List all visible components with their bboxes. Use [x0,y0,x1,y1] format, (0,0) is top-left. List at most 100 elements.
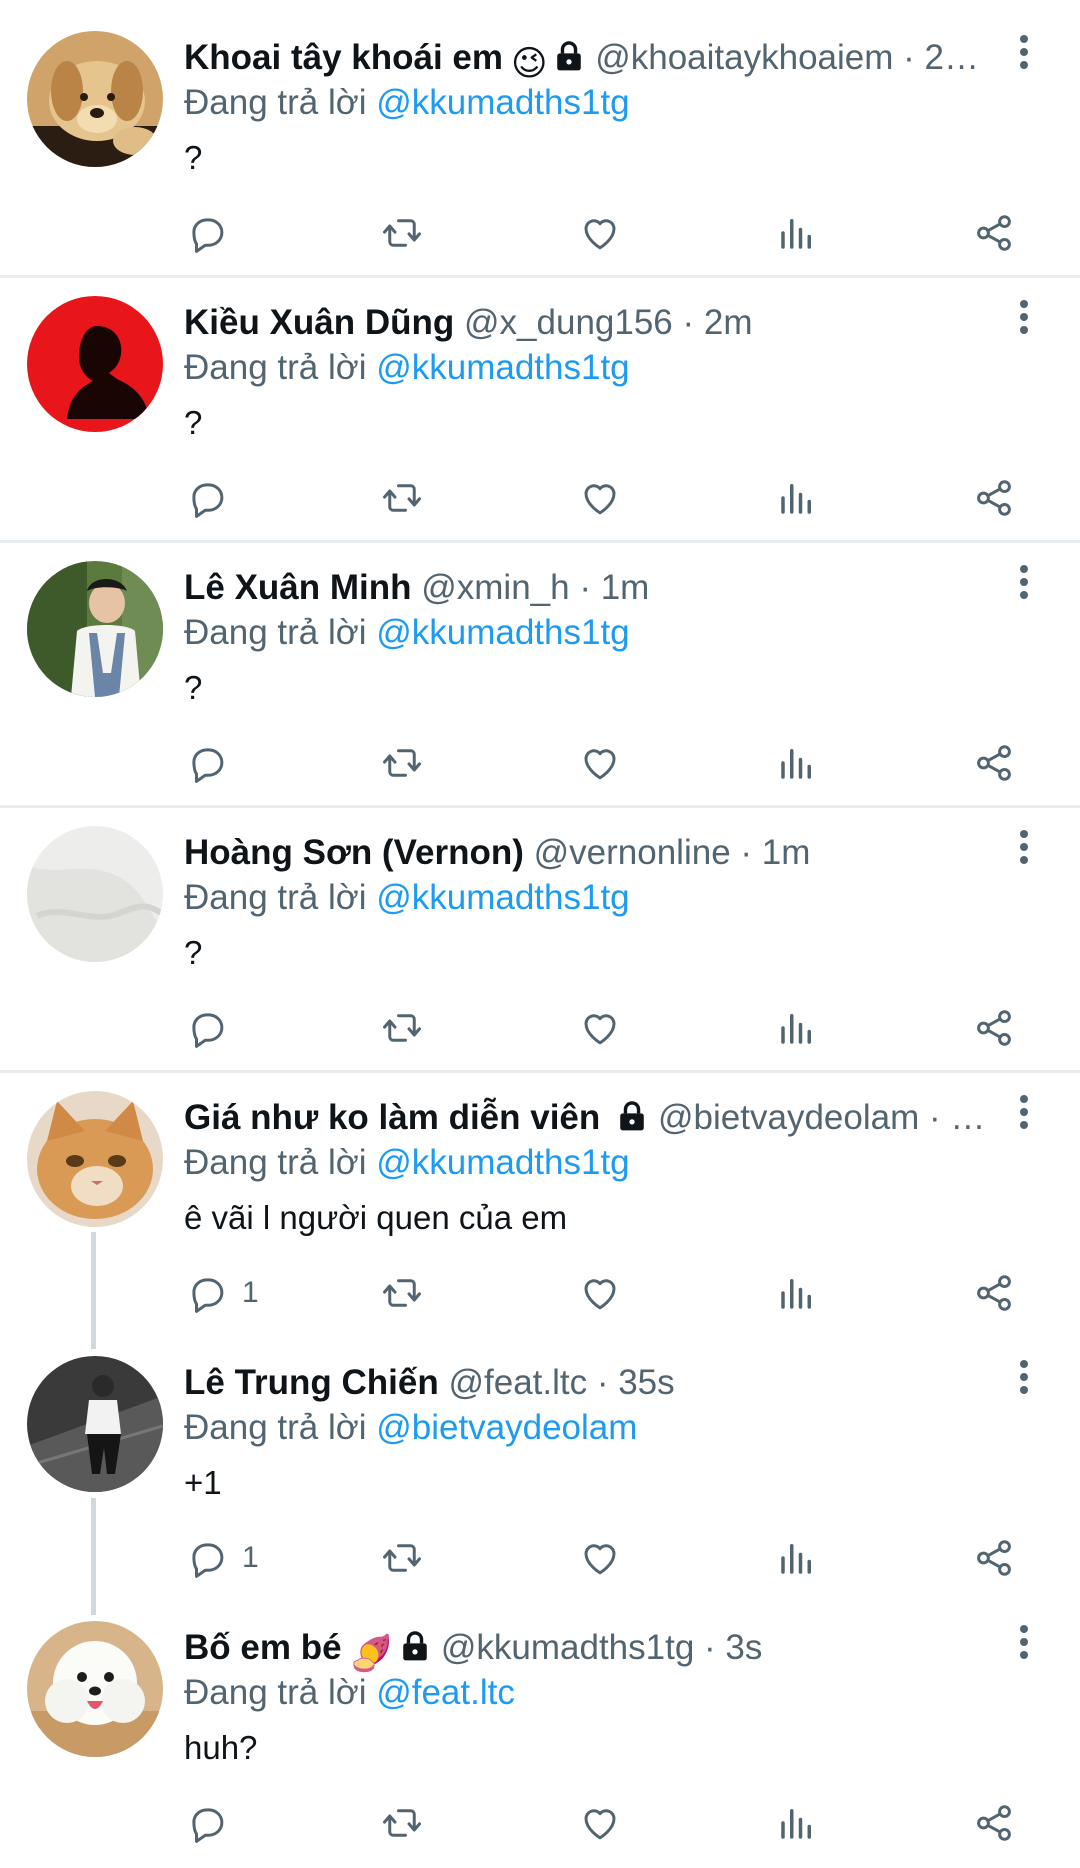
handle[interactable]: @bietvaydeolam [658,1098,919,1137]
like-button[interactable] [579,1268,621,1318]
avatar[interactable] [27,31,163,167]
reply-button[interactable] [186,473,242,523]
reply-count: 1 [242,1541,259,1574]
handle[interactable]: @khoaitaykhoaiem [595,38,893,77]
tweet-actions [0,473,1080,523]
retweet-button[interactable] [381,1268,423,1318]
avatar[interactable] [27,561,163,697]
tweet[interactable]: Kiều Xuân Dũng @x_dung156 · 2m Đang trả … [0,265,1080,540]
retweet-button[interactable] [381,1798,423,1848]
lock-icon [399,1627,431,1673]
handle[interactable]: @kkumadths1tg [441,1628,694,1667]
avatar[interactable] [27,1091,163,1227]
more-vertical-icon[interactable] [1012,1090,1036,1140]
share-button[interactable] [973,1003,1015,1053]
share-icon [977,1540,1011,1576]
share-button[interactable] [973,208,1015,258]
reply-to-link[interactable]: @kkumadths1tg [376,83,629,122]
reply-to-link[interactable]: @kkumadths1tg [376,348,629,387]
reply-button[interactable]: 1 [186,1268,259,1318]
avatar[interactable] [27,1621,163,1757]
retweet-button[interactable] [381,738,423,788]
more-vertical-icon[interactable] [1012,560,1036,610]
like-button[interactable] [579,1798,621,1848]
display-name[interactable]: Khoai tây khoái em [184,38,503,77]
tweet[interactable]: Khoai tây khoái em 😉 @khoaitaykhoaiem · 2… [0,0,1080,275]
more-vertical-icon[interactable] [1012,30,1036,80]
share-button[interactable] [973,1268,1015,1318]
reply-to-link[interactable]: @kkumadths1tg [376,878,629,917]
like-button[interactable] [579,473,621,523]
views-button[interactable] [776,208,818,258]
reply-button[interactable] [186,738,242,788]
tweet[interactable]: Bố em bé 🍠 @kkumadths1tg · 3s Đang trả lờ… [0,1590,1080,1868]
tweet-header: Lê Xuân Minh @xmin_h · 1m [184,568,650,607]
timestamp[interactable]: 35s [618,1363,674,1402]
timestamp[interactable]: 3s [725,1628,762,1667]
more-vertical-icon[interactable] [1012,1355,1036,1405]
tweet[interactable]: Lê Xuân Minh @xmin_h · 1m Đang trả lời @… [0,530,1080,805]
handle[interactable]: @xmin_h [421,568,569,607]
retweet-button[interactable] [381,1003,423,1053]
views-icon [781,484,811,514]
retweet-button[interactable] [381,473,423,523]
handle[interactable]: @feat.ltc [448,1363,587,1402]
views-button[interactable] [776,473,818,523]
views-button[interactable] [776,1003,818,1053]
reply-to-link[interactable]: @feat.ltc [376,1673,515,1712]
timestamp[interactable]: 1m [762,833,811,872]
reply-button[interactable] [186,208,242,258]
views-button[interactable] [776,1533,818,1583]
share-button[interactable] [973,738,1015,788]
timestamp[interactable]: 1m [601,568,650,607]
retweet-icon [383,1279,421,1307]
avatar[interactable] [27,1356,163,1492]
reply-button[interactable]: 1 [186,1533,259,1583]
retweet-button[interactable] [381,1533,423,1583]
reply-context: Đang trả lời @kkumadths1tg [184,878,630,917]
display-name[interactable]: Kiều Xuân Dũng [184,303,454,342]
like-button[interactable] [579,1003,621,1053]
retweet-icon [383,1014,421,1042]
lock-icon [553,37,585,83]
reply-to-link[interactable]: @kkumadths1tg [376,613,629,652]
handle[interactable]: @vernonline [534,833,731,872]
views-icon [781,1279,811,1309]
avatar[interactable] [27,826,163,962]
reply-button[interactable] [186,1003,242,1053]
share-button[interactable] [973,1533,1015,1583]
reply-to-link[interactable]: @kkumadths1tg [376,1143,629,1182]
retweet-icon [383,219,421,247]
reply-button[interactable] [186,1798,242,1848]
avatar[interactable] [27,296,163,432]
like-button[interactable] [579,1533,621,1583]
retweet-icon [383,1809,421,1837]
share-button[interactable] [973,1798,1015,1848]
like-button[interactable] [579,208,621,258]
retweet-button[interactable] [381,208,423,258]
display-name[interactable]: Giá như ko làm diễn viên [184,1098,600,1137]
reply-to-link[interactable]: @bietvaydeolam [376,1408,637,1447]
display-name[interactable]: Bố em bé [184,1628,342,1667]
timestamp[interactable]: … [950,1098,985,1137]
share-button[interactable] [973,473,1015,523]
tweet[interactable]: Giá như ko làm diễn viên @bietvaydeolam … [0,1060,1080,1325]
more-vertical-icon[interactable] [1012,1620,1036,1670]
reply-context: Đang trả lời @kkumadths1tg [184,613,630,652]
display-name[interactable]: Lê Trung Chiến [184,1363,439,1402]
views-button[interactable] [776,1268,818,1318]
more-vertical-icon[interactable] [1012,295,1036,345]
tweet[interactable]: Lê Trung Chiến @feat.ltc · 35s Đang trả … [0,1325,1080,1590]
like-button[interactable] [579,738,621,788]
views-icon [781,749,811,779]
views-button[interactable] [776,738,818,788]
more-vertical-icon[interactable] [1012,825,1036,875]
tweet[interactable]: Hoàng Sơn (Vernon) @vernonline · 1m Đang… [0,795,1080,1070]
timestamp[interactable]: 2m [704,303,753,342]
display-name[interactable]: Hoàng Sơn (Vernon) [184,833,524,872]
timestamp[interactable]: 2… [925,38,979,77]
display-name[interactable]: Lê Xuân Minh [184,568,412,607]
handle[interactable]: @x_dung156 [464,303,673,342]
views-button[interactable] [776,1798,818,1848]
tweet-header: Lê Trung Chiến @feat.ltc · 35s [184,1363,675,1402]
